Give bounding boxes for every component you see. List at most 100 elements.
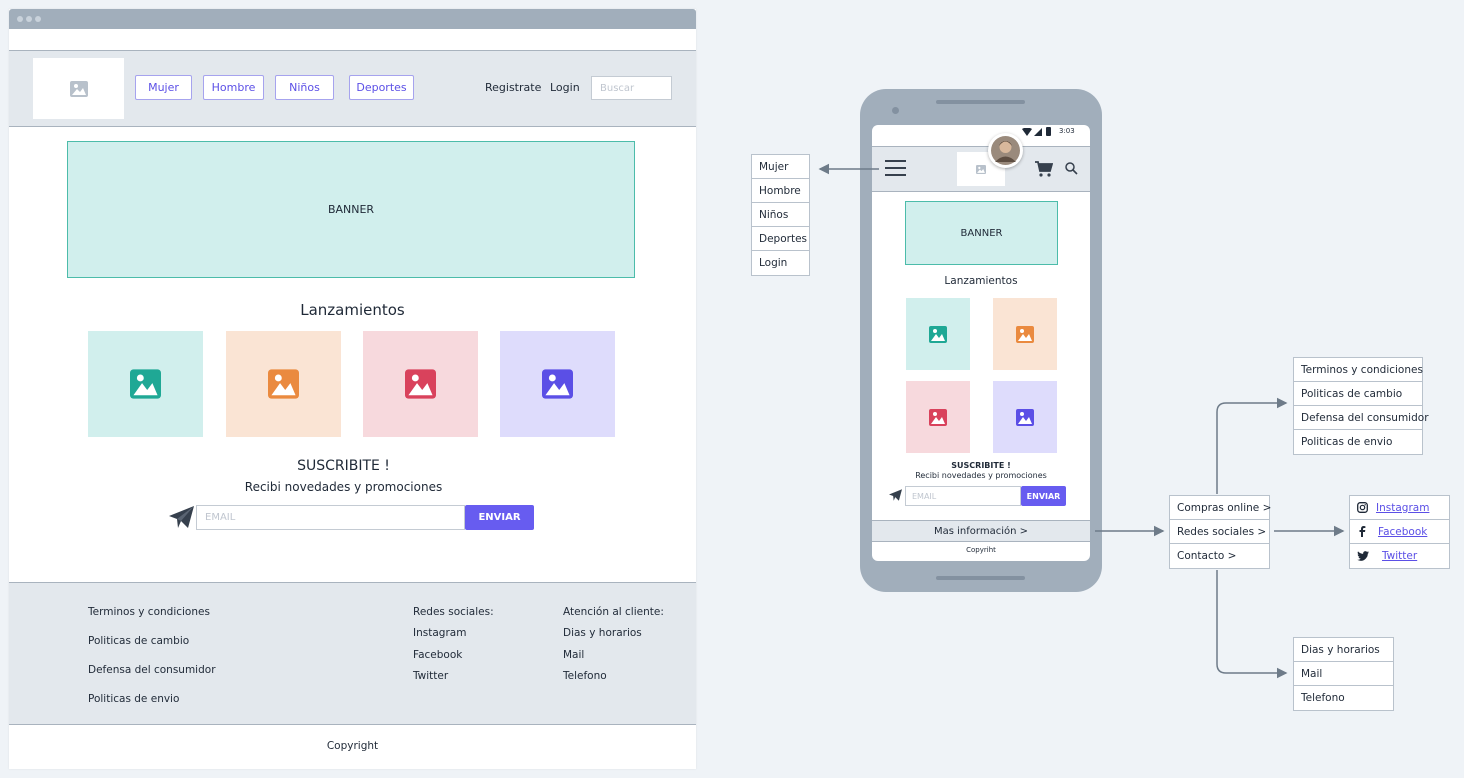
image-icon — [976, 164, 986, 174]
menu-item-terms[interactable]: Terminos y condiciones — [1294, 358, 1423, 382]
subscribe-subtitle: Recibi novedades y promociones — [244, 480, 443, 494]
mobile-subscribe-subtitle: Recibi novedades y promociones — [915, 471, 1047, 480]
image-icon — [268, 369, 299, 399]
image-icon — [1016, 325, 1034, 343]
mobile-release-tile-2[interactable] — [993, 298, 1057, 370]
facebook-link[interactable]: Facebook — [1378, 526, 1427, 538]
releases-title: Lanzamientos — [300, 301, 405, 319]
subscribe-title: SUSCRIBITE ! — [297, 458, 390, 474]
copyright-text: Copyright — [326, 740, 379, 752]
menu-item-facebook[interactable]: Facebook — [1350, 520, 1449, 544]
mobile-subscribe-title: SUSCRIBITE ! — [951, 461, 1011, 470]
menu-item-consumer[interactable]: Defensa del consumidor — [1294, 406, 1429, 430]
nav-mujer-button[interactable]: Mujer — [135, 75, 192, 100]
footer-link-exchange[interactable]: Politicas de cambio — [88, 635, 189, 647]
window-dot — [35, 16, 41, 22]
phone-screen: 3:03 BANNER Lanzamientos SUSCRIBITE ! Re… — [872, 125, 1090, 561]
release-tile-2[interactable] — [226, 331, 341, 437]
instagram-link[interactable]: Instagram — [1376, 502, 1429, 514]
phone-bottom-bar — [936, 576, 1025, 580]
footer-link-consumer[interactable]: Defensa del consumidor — [88, 664, 216, 676]
window-titlebar — [9, 9, 696, 29]
mobile-release-tile-4[interactable] — [993, 381, 1057, 453]
menu-item-mail[interactable]: Mail — [1294, 662, 1393, 686]
menu-item-compras-online[interactable]: Compras online > — [1170, 496, 1271, 520]
menu-item-hombre[interactable]: Hombre — [752, 179, 809, 203]
login-link[interactable]: Login — [550, 81, 580, 94]
footer-social-title: Redes sociales: — [413, 606, 494, 618]
mobile-more-info-bar[interactable]: Mas información > — [872, 520, 1090, 542]
image-icon — [929, 408, 947, 426]
nav-deportes-button[interactable]: Deportes — [349, 75, 414, 100]
menu-item-contacto[interactable]: Contacto > — [1170, 544, 1269, 568]
phone-speaker — [936, 100, 1025, 104]
menu-item-shipping[interactable]: Politicas de envio — [1294, 430, 1422, 454]
mobile-email-input[interactable]: EMAIL — [905, 486, 1021, 506]
footer-link-hours[interactable]: Dias y horarios — [563, 627, 642, 639]
footer-link-facebook[interactable]: Facebook — [413, 649, 462, 661]
footer-support-title: Atención al cliente: — [563, 606, 664, 618]
site-header: Mujer Hombre Niños Deportes Registrate L… — [9, 50, 696, 127]
mobile-hero-banner[interactable]: BANNER — [905, 201, 1058, 265]
nav-hombre-button[interactable]: Hombre — [203, 75, 264, 100]
release-tile-4[interactable] — [500, 331, 615, 437]
menu-item-hours[interactable]: Dias y horarios — [1294, 638, 1393, 662]
send-paper-plane-icon — [889, 489, 902, 501]
footer-link-terms[interactable]: Terminos y condiciones — [88, 606, 210, 618]
hamburger-menu-icon[interactable] — [885, 160, 906, 176]
site-footer: Terminos y condiciones Politicas de camb… — [9, 582, 696, 725]
menu-item-phone[interactable]: Telefono — [1294, 686, 1393, 710]
footer-link-shipping[interactable]: Politicas de envio — [88, 693, 179, 705]
signal-icon — [1034, 128, 1042, 136]
search-icon[interactable] — [1065, 162, 1078, 175]
logo-placeholder[interactable] — [33, 58, 124, 119]
hero-banner[interactable]: BANNER — [67, 141, 635, 278]
menu-item-instagram[interactable]: Instagram — [1350, 496, 1449, 520]
footer-link-phone[interactable]: Telefono — [563, 670, 607, 682]
hamburger-menu-list: Mujer Hombre Niños Deportes Login — [751, 154, 810, 276]
mobile-release-tile-3[interactable] — [906, 381, 970, 453]
menu-item-ninos[interactable]: Niños — [752, 203, 809, 227]
legal-menu-list: Terminos y condiciones Politicas de camb… — [1293, 357, 1429, 455]
cart-icon[interactable] — [1035, 161, 1053, 177]
twitter-icon — [1357, 551, 1369, 561]
menu-item-redes-sociales[interactable]: Redes sociales > — [1170, 520, 1269, 544]
window-dot — [17, 16, 23, 22]
status-time: 3:03 — [1059, 127, 1075, 135]
facebook-icon — [1359, 526, 1366, 537]
phone-mockup: 3:03 BANNER Lanzamientos SUSCRIBITE ! Re… — [860, 89, 1102, 592]
send-paper-plane-icon — [169, 506, 194, 528]
window-dot — [26, 16, 32, 22]
battery-icon — [1046, 127, 1051, 136]
twitter-link[interactable]: Twitter — [1382, 550, 1417, 562]
social-menu-list: Instagram Facebook Twitter — [1349, 495, 1450, 569]
footer-link-mail[interactable]: Mail — [563, 649, 584, 661]
release-tile-3[interactable] — [363, 331, 478, 437]
more-info-menu-list: Compras online > Redes sociales > Contac… — [1169, 495, 1271, 569]
image-icon — [405, 369, 436, 399]
register-link[interactable]: Registrate — [485, 81, 541, 94]
menu-item-deportes[interactable]: Deportes — [752, 227, 809, 251]
nav-ninos-button[interactable]: Niños — [275, 75, 334, 100]
image-icon — [69, 80, 88, 97]
arrow-to-contact-menu — [1216, 570, 1288, 679]
menu-item-exchange[interactable]: Politicas de cambio — [1294, 382, 1422, 406]
footer-link-twitter[interactable]: Twitter — [413, 670, 448, 682]
wifi-icon — [1022, 128, 1032, 136]
menu-item-twitter[interactable]: Twitter — [1350, 544, 1449, 568]
menu-item-mujer[interactable]: Mujer — [752, 155, 809, 179]
contact-menu-list: Dias y horarios Mail Telefono — [1293, 637, 1394, 711]
arrow-to-legal-menu — [1216, 397, 1288, 494]
mobile-send-button[interactable]: ENVIAR — [1021, 486, 1066, 506]
image-icon — [929, 325, 947, 343]
email-input[interactable]: EMAIL — [196, 505, 465, 530]
instagram-icon — [1357, 502, 1368, 513]
avatar[interactable] — [988, 133, 1023, 168]
menu-item-login[interactable]: Login — [752, 251, 809, 275]
release-tile-1[interactable] — [88, 331, 203, 437]
send-button[interactable]: ENVIAR — [465, 505, 534, 530]
mobile-copyright-text: Copyriht — [966, 546, 996, 554]
footer-link-instagram[interactable]: Instagram — [413, 627, 466, 639]
search-input[interactable]: Buscar — [591, 76, 672, 100]
mobile-release-tile-1[interactable] — [906, 298, 970, 370]
